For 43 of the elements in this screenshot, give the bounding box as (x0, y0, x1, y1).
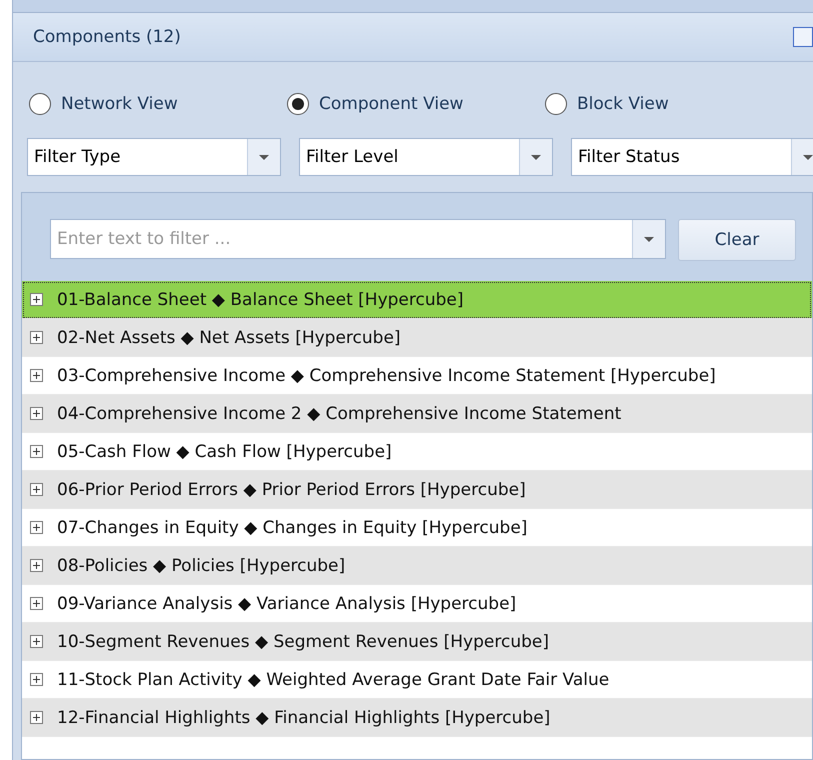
pin-icon[interactable] (793, 27, 813, 47)
component-row[interactable]: 06-Prior Period Errors ◆ Prior Period Errors [Hypercube] (22, 471, 812, 509)
row-text: 11-Stock Plan Activity ◆ Weighted Average Grant Date Fair Value (57, 670, 610, 690)
view-radio[interactable]: Block View (545, 84, 803, 124)
expand-icon[interactable] (30, 445, 43, 458)
filter-dropdown[interactable]: Filter Status (571, 138, 813, 176)
radio-icon[interactable] (287, 93, 309, 115)
radio-icon[interactable] (545, 93, 567, 115)
filter-dropdown[interactable]: Filter Level (299, 138, 553, 176)
expand-icon[interactable] (30, 293, 43, 306)
expand-icon[interactable] (30, 521, 43, 534)
expand-icon[interactable] (30, 483, 43, 496)
component-row[interactable]: 12-Financial Highlights ◆ Financial Highlights [Hypercube] (22, 699, 812, 737)
component-row[interactable]: 04-Comprehensive Income 2 ◆ Comprehensive Income Statement (22, 395, 812, 433)
clear-button[interactable]: Clear (678, 219, 796, 261)
row-text: 04-Comprehensive Income 2 ◆ Comprehensive Income Statement (57, 404, 622, 424)
expand-icon[interactable] (30, 635, 43, 648)
row-text: 09-Variance Analysis ◆ Variance Analysis [Hypercube] (57, 594, 516, 614)
view-radio[interactable]: Component View (287, 84, 545, 124)
row-text: 12-Financial Highlights ◆ Financial Highlights [Hypercube] (57, 708, 550, 728)
row-text: 06-Prior Period Errors ◆ Prior Period Errors [Hypercube] (57, 480, 526, 500)
panel-title: Components (12) (33, 27, 181, 47)
component-row[interactable]: 01-Balance Sheet ◆ Balance Sheet [Hypercube] (22, 281, 812, 319)
component-row[interactable]: 02-Net Assets ◆ Net Assets [Hypercube] (22, 319, 812, 357)
row-text: 01-Balance Sheet ◆ Balance Sheet [Hypercube] (57, 290, 464, 310)
row-text: 02-Net Assets ◆ Net Assets [Hypercube] (57, 328, 401, 348)
filter-dropdown[interactable]: Filter Type (27, 138, 281, 176)
row-text: 07-Changes in Equity ◆ Changes in Equity [Hypercube] (57, 518, 528, 538)
radio-icon[interactable] (29, 93, 51, 115)
row-text: 08-Policies ◆ Policies [Hypercube] (57, 556, 346, 576)
expand-icon[interactable] (30, 711, 43, 724)
row-text: 10-Segment Revenues ◆ Segment Revenues [Hypercube] (57, 632, 549, 652)
expand-icon[interactable] (30, 559, 43, 572)
expand-icon[interactable] (30, 407, 43, 420)
row-text: 03-Comprehensive Income ◆ Comprehensive Income Statement [Hypercube] (57, 366, 716, 386)
component-row[interactable]: 10-Segment Revenues ◆ Segment Revenues [Hypercube] (22, 623, 812, 661)
view-radio[interactable]: Network View (29, 84, 287, 124)
row-text: 05-Cash Flow ◆ Cash Flow [Hypercube] (57, 442, 392, 462)
expand-icon[interactable] (30, 369, 43, 382)
expand-icon[interactable] (30, 597, 43, 610)
expand-icon[interactable] (30, 331, 43, 344)
component-row[interactable]: 08-Policies ◆ Policies [Hypercube] (22, 547, 812, 585)
expand-icon[interactable] (30, 673, 43, 686)
